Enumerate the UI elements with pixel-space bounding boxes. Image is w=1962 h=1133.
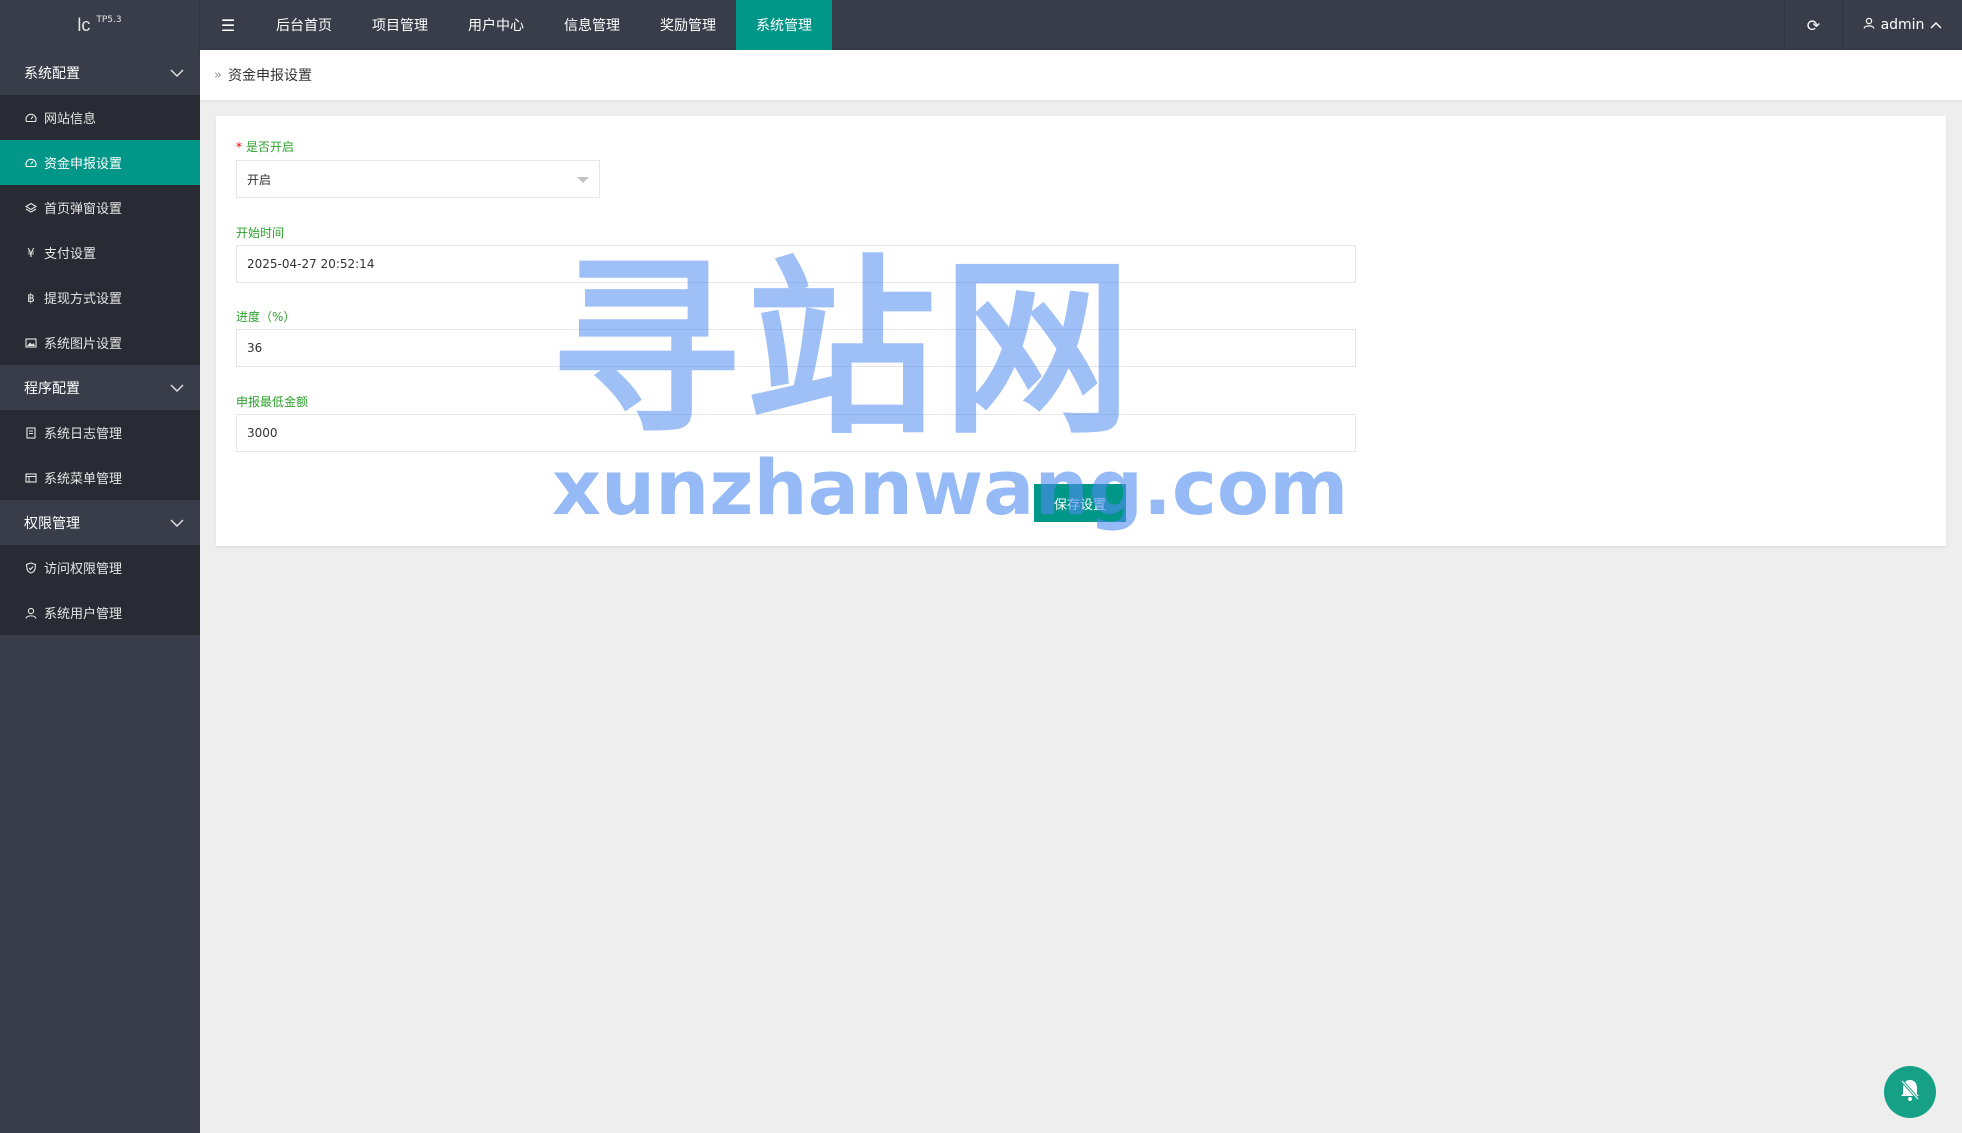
nav-item-projects[interactable]: 项目管理 — [352, 0, 448, 50]
sidebar-item-label: 系统菜单管理 — [44, 472, 123, 487]
save-settings-button[interactable]: 保存设置 — [1034, 484, 1126, 522]
progress-input[interactable]: 36 — [236, 329, 1356, 367]
user-icon — [24, 607, 38, 619]
sidebar-item-label: 支付设置 — [44, 247, 97, 262]
chevron-up-icon — [1930, 17, 1942, 33]
sidebar-item-label: 系统图片设置 — [44, 337, 123, 352]
dashboard-icon — [24, 112, 38, 124]
nav-item-users[interactable]: 用户中心 — [448, 0, 544, 50]
sidebar-item-label: 网站信息 — [44, 112, 97, 127]
sidebar-item-popup[interactable]: 首页弹窗设置 — [0, 185, 200, 230]
sidebar-item-fund-declare[interactable]: 资金申报设置 — [0, 140, 200, 185]
sidebar-group-program-config[interactable]: 程序配置 — [0, 365, 200, 410]
image-icon — [24, 337, 38, 349]
top-header: lc TP5.3 ☰ 后台首页 项目管理 用户中心 信息管理 奖励管理 系统管理… — [0, 0, 1962, 50]
notification-off-icon — [1895, 1075, 1925, 1109]
yen-icon: ¥ — [27, 245, 35, 260]
chevron-down-icon — [170, 65, 184, 81]
settings-form-card: * 是否开启 开启 开始时间 2025-04-27 20:52:14 进度（%） … — [216, 116, 1946, 546]
nav-item-home[interactable]: 后台首页 — [256, 0, 352, 50]
sidebar-group-permissions[interactable]: 权限管理 — [0, 500, 200, 545]
min-amount-input[interactable]: 3000 — [236, 414, 1356, 452]
enabled-label: * 是否开启 — [236, 138, 294, 155]
layers-icon — [24, 202, 38, 214]
breadcrumb: » 资金申报设置 — [200, 50, 1962, 100]
sidebar-item-sys-users[interactable]: 系统用户管理 — [0, 590, 200, 635]
start-time-label: 开始时间 — [236, 226, 285, 240]
sidebar-item-label: 资金申报设置 — [44, 157, 123, 172]
logo[interactable]: lc TP5.3 — [0, 0, 200, 50]
logo-version: TP5.3 — [96, 15, 122, 25]
sidebar-item-logs[interactable]: 系统日志管理 — [0, 410, 200, 455]
chevron-down-icon — [170, 515, 184, 531]
sidebar-group-label: 系统配置 — [24, 65, 80, 82]
logo-text: lc — [77, 14, 91, 35]
refresh-icon: ⟳ — [1806, 15, 1821, 35]
progress-value: 36 — [247, 341, 263, 355]
caret-down-icon — [577, 177, 589, 183]
sidebar-group-system-config[interactable]: 系统配置 — [0, 50, 200, 95]
nav-item-system[interactable]: 系统管理 — [736, 0, 832, 50]
user-menu[interactable]: admin — [1842, 0, 1962, 50]
menu-icon: ☰ — [220, 15, 236, 35]
header-right: ⟳ admin — [1784, 0, 1962, 50]
enabled-select-value: 开启 — [247, 172, 272, 187]
sidebar-item-label: 系统日志管理 — [44, 427, 123, 442]
enabled-select[interactable]: 开启 — [236, 160, 600, 198]
sidebar-item-label: 访问权限管理 — [44, 562, 123, 577]
min-amount-label: 申报最低金额 — [236, 395, 309, 409]
enabled-label-text: 是否开启 — [246, 140, 295, 154]
menu-toggle-button[interactable]: ☰ — [200, 0, 256, 50]
user-icon — [1863, 17, 1875, 33]
progress-label: 进度（%） — [236, 310, 296, 324]
shield-icon — [24, 561, 38, 574]
menu-table-icon — [24, 472, 38, 484]
sidebar-group-label: 权限管理 — [24, 515, 80, 532]
sidebar-item-label: 提现方式设置 — [44, 292, 123, 307]
user-name: admin — [1880, 17, 1925, 33]
dashboard-icon — [24, 157, 38, 169]
refresh-button[interactable]: ⟳ — [1784, 0, 1842, 50]
sidebar-item-images[interactable]: 系统图片设置 — [0, 320, 200, 365]
top-nav: 后台首页 项目管理 用户中心 信息管理 奖励管理 系统管理 — [256, 0, 832, 50]
floating-action-button[interactable] — [1884, 1066, 1936, 1118]
start-time-value: 2025-04-27 20:52:14 — [247, 257, 375, 271]
sidebar-item-label: 首页弹窗设置 — [44, 202, 123, 217]
min-amount-value: 3000 — [247, 426, 278, 440]
bitcoin-icon: ฿ — [27, 290, 35, 305]
sidebar-item-menus[interactable]: 系统菜单管理 — [0, 455, 200, 500]
sidebar-item-label: 系统用户管理 — [44, 607, 123, 622]
start-time-input[interactable]: 2025-04-27 20:52:14 — [236, 245, 1356, 283]
sidebar-item-withdraw[interactable]: ฿ 提现方式设置 — [0, 275, 200, 320]
log-icon — [24, 426, 38, 439]
chevron-down-icon — [170, 380, 184, 396]
sidebar-item-payment[interactable]: ¥ 支付设置 — [0, 230, 200, 275]
nav-item-info[interactable]: 信息管理 — [544, 0, 640, 50]
double-chevron-right-icon: » — [214, 67, 222, 83]
sidebar-item-site-info[interactable]: 网站信息 — [0, 95, 200, 140]
sidebar-group-label: 程序配置 — [24, 380, 80, 397]
required-mark: * — [236, 140, 242, 154]
sidebar-item-access[interactable]: 访问权限管理 — [0, 545, 200, 590]
nav-item-rewards[interactable]: 奖励管理 — [640, 0, 736, 50]
sidebar: 系统配置 网站信息 资金申报设置 首页弹窗设置 ¥ 支付设置 ฿ 提现方式设置 … — [0, 50, 200, 1133]
breadcrumb-current: 资金申报设置 — [227, 68, 312, 84]
